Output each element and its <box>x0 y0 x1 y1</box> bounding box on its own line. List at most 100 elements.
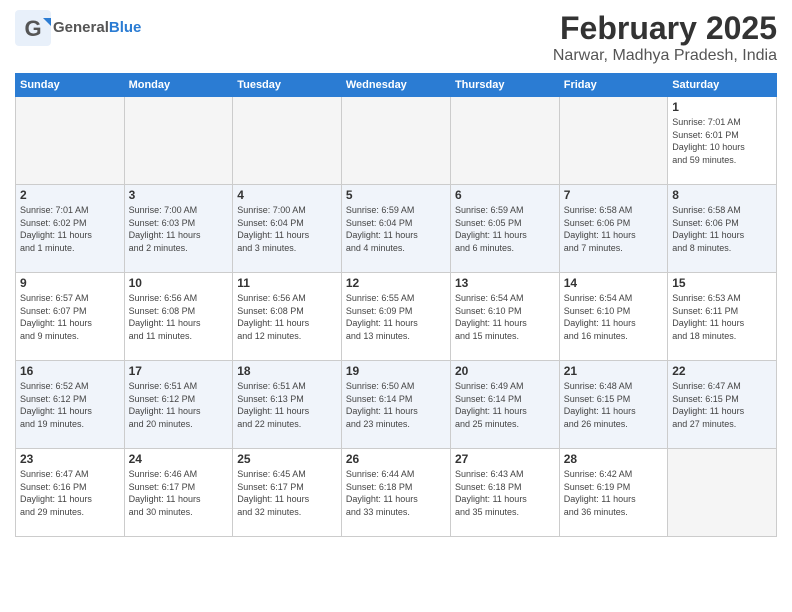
day-info: Sunrise: 6:58 AM Sunset: 6:06 PM Dayligh… <box>672 204 772 254</box>
table-row: 14Sunrise: 6:54 AM Sunset: 6:10 PM Dayli… <box>559 273 667 361</box>
table-row: 2Sunrise: 7:01 AM Sunset: 6:02 PM Daylig… <box>16 185 125 273</box>
logo-general-text: General <box>53 19 109 36</box>
table-row: 6Sunrise: 6:59 AM Sunset: 6:05 PM Daylig… <box>450 185 559 273</box>
table-row: 1 Sunrise: 7:01 AM Sunset: 6:01 PM Daylig… <box>668 97 777 185</box>
day-info: Sunrise: 6:47 AM Sunset: 6:16 PM Dayligh… <box>20 468 120 518</box>
day-info: Sunrise: 6:51 AM Sunset: 6:12 PM Dayligh… <box>129 380 229 430</box>
day-info: Sunrise: 6:50 AM Sunset: 6:14 PM Dayligh… <box>346 380 446 430</box>
day-number: 5 <box>346 188 446 202</box>
col-sunday: Sunday <box>16 74 125 97</box>
table-row <box>668 449 777 537</box>
table-row: 15 Sunrise: 6:53 AM Sunset: 6:11 PM Dayli… <box>668 273 777 361</box>
table-row: 8Sunrise: 6:58 AM Sunset: 6:06 PM Daylig… <box>668 185 777 273</box>
day-number: 6 <box>455 188 555 202</box>
day-info: Sunrise: 6:51 AM Sunset: 6:13 PM Dayligh… <box>237 380 337 430</box>
col-thursday: Thursday <box>450 74 559 97</box>
day-number: 27 <box>455 452 555 466</box>
calendar-week-row: 9 Sunrise: 6:57 AM Sunset: 6:07 PM Daylig… <box>16 273 777 361</box>
day-info: Sunrise: 7:01 AM Sunset: 6:01 PM Dayligh… <box>672 116 772 166</box>
day-info: Sunrise: 6:52 AM Sunset: 6:12 PM Dayligh… <box>20 380 120 430</box>
day-number: 13 <box>455 276 555 290</box>
table-row: 16 Sunrise: 6:52 AM Sunset: 6:12 PM Dayli… <box>16 361 125 449</box>
day-number: 15 <box>672 276 772 290</box>
day-number: 11 <box>237 276 337 290</box>
day-info: Sunrise: 6:54 AM Sunset: 6:10 PM Dayligh… <box>564 292 663 342</box>
table-row: 12 Sunrise: 6:55 AM Sunset: 6:09 PM Dayli… <box>341 273 450 361</box>
table-row: 22 Sunrise: 6:47 AM Sunset: 6:15 PM Dayli… <box>668 361 777 449</box>
day-number: 22 <box>672 364 772 378</box>
day-number: 4 <box>237 188 337 202</box>
col-wednesday: Wednesday <box>341 74 450 97</box>
table-row: 11 Sunrise: 6:56 AM Sunset: 6:08 PM Dayli… <box>233 273 342 361</box>
calendar-header-row: Sunday Monday Tuesday Wednesday Thursday… <box>16 74 777 97</box>
table-row: 21 Sunrise: 6:48 AM Sunset: 6:15 PM Dayli… <box>559 361 667 449</box>
table-row: 27 Sunrise: 6:43 AM Sunset: 6:18 PM Dayli… <box>450 449 559 537</box>
day-number: 18 <box>237 364 337 378</box>
table-row: 24 Sunrise: 6:46 AM Sunset: 6:17 PM Dayli… <box>124 449 233 537</box>
table-row <box>233 97 342 185</box>
table-row: 5 Sunrise: 6:59 AM Sunset: 6:04 PM Daylig… <box>341 185 450 273</box>
table-row: 4 Sunrise: 7:00 AM Sunset: 6:04 PM Daylig… <box>233 185 342 273</box>
header: G GeneralBlue February 2025 Narwar, Madh… <box>15 10 777 65</box>
day-number: 17 <box>129 364 229 378</box>
table-row: 25 Sunrise: 6:45 AM Sunset: 6:17 PM Dayli… <box>233 449 342 537</box>
calendar-week-row: 23 Sunrise: 6:47 AM Sunset: 6:16 PM Dayli… <box>16 449 777 537</box>
day-info: Sunrise: 6:47 AM Sunset: 6:15 PM Dayligh… <box>672 380 772 430</box>
svg-text:G: G <box>24 16 41 41</box>
table-row <box>341 97 450 185</box>
table-row: 13 Sunrise: 6:54 AM Sunset: 6:10 PM Dayli… <box>450 273 559 361</box>
day-info: Sunrise: 6:58 AM Sunset: 6:06 PM Dayligh… <box>564 204 663 254</box>
day-number: 16 <box>20 364 120 378</box>
day-info: Sunrise: 6:55 AM Sunset: 6:09 PM Dayligh… <box>346 292 446 342</box>
table-row: 17 Sunrise: 6:51 AM Sunset: 6:12 PM Dayli… <box>124 361 233 449</box>
day-number: 3 <box>129 188 229 202</box>
calendar: Sunday Monday Tuesday Wednesday Thursday… <box>15 73 777 537</box>
day-info: Sunrise: 6:46 AM Sunset: 6:17 PM Dayligh… <box>129 468 229 518</box>
table-row: 10 Sunrise: 6:56 AM Sunset: 6:08 PM Dayli… <box>124 273 233 361</box>
table-row <box>124 97 233 185</box>
table-row: 7Sunrise: 6:58 AM Sunset: 6:06 PM Daylig… <box>559 185 667 273</box>
day-info: Sunrise: 6:54 AM Sunset: 6:10 PM Dayligh… <box>455 292 555 342</box>
table-row: 9 Sunrise: 6:57 AM Sunset: 6:07 PM Daylig… <box>16 273 125 361</box>
day-number: 23 <box>20 452 120 466</box>
logo-blue-text: Blue <box>109 19 142 36</box>
day-info: Sunrise: 6:43 AM Sunset: 6:18 PM Dayligh… <box>455 468 555 518</box>
table-row: 20Sunrise: 6:49 AM Sunset: 6:14 PM Dayli… <box>450 361 559 449</box>
day-number: 28 <box>564 452 663 466</box>
day-info: Sunrise: 6:56 AM Sunset: 6:08 PM Dayligh… <box>129 292 229 342</box>
table-row <box>450 97 559 185</box>
day-number: 26 <box>346 452 446 466</box>
col-friday: Friday <box>559 74 667 97</box>
subtitle: Narwar, Madhya Pradesh, India <box>553 47 777 65</box>
table-row: 3Sunrise: 7:00 AM Sunset: 6:03 PM Daylig… <box>124 185 233 273</box>
col-tuesday: Tuesday <box>233 74 342 97</box>
table-row: 18 Sunrise: 6:51 AM Sunset: 6:13 PM Dayli… <box>233 361 342 449</box>
day-info: Sunrise: 6:59 AM Sunset: 6:04 PM Dayligh… <box>346 204 446 254</box>
calendar-week-row: 1 Sunrise: 7:01 AM Sunset: 6:01 PM Daylig… <box>16 97 777 185</box>
day-number: 9 <box>20 276 120 290</box>
day-number: 24 <box>129 452 229 466</box>
col-saturday: Saturday <box>668 74 777 97</box>
logo: G GeneralBlue <box>15 10 141 46</box>
day-info: Sunrise: 7:00 AM Sunset: 6:04 PM Dayligh… <box>237 204 337 254</box>
title-area: February 2025 Narwar, Madhya Pradesh, In… <box>553 10 777 65</box>
table-row: 26 Sunrise: 6:44 AM Sunset: 6:18 PM Dayli… <box>341 449 450 537</box>
day-info: Sunrise: 6:49 AM Sunset: 6:14 PM Dayligh… <box>455 380 555 430</box>
table-row <box>16 97 125 185</box>
calendar-week-row: 16 Sunrise: 6:52 AM Sunset: 6:12 PM Dayli… <box>16 361 777 449</box>
day-info: Sunrise: 6:48 AM Sunset: 6:15 PM Dayligh… <box>564 380 663 430</box>
day-number: 25 <box>237 452 337 466</box>
day-number: 21 <box>564 364 663 378</box>
day-number: 12 <box>346 276 446 290</box>
day-info: Sunrise: 6:42 AM Sunset: 6:19 PM Dayligh… <box>564 468 663 518</box>
day-number: 10 <box>129 276 229 290</box>
day-info: Sunrise: 6:53 AM Sunset: 6:11 PM Dayligh… <box>672 292 772 342</box>
day-number: 1 <box>672 100 772 114</box>
day-number: 2 <box>20 188 120 202</box>
day-info: Sunrise: 6:45 AM Sunset: 6:17 PM Dayligh… <box>237 468 337 518</box>
day-info: Sunrise: 6:56 AM Sunset: 6:08 PM Dayligh… <box>237 292 337 342</box>
logo-icon: G <box>15 10 51 46</box>
table-row: 19Sunrise: 6:50 AM Sunset: 6:14 PM Dayli… <box>341 361 450 449</box>
day-info: Sunrise: 6:44 AM Sunset: 6:18 PM Dayligh… <box>346 468 446 518</box>
day-info: Sunrise: 6:57 AM Sunset: 6:07 PM Dayligh… <box>20 292 120 342</box>
